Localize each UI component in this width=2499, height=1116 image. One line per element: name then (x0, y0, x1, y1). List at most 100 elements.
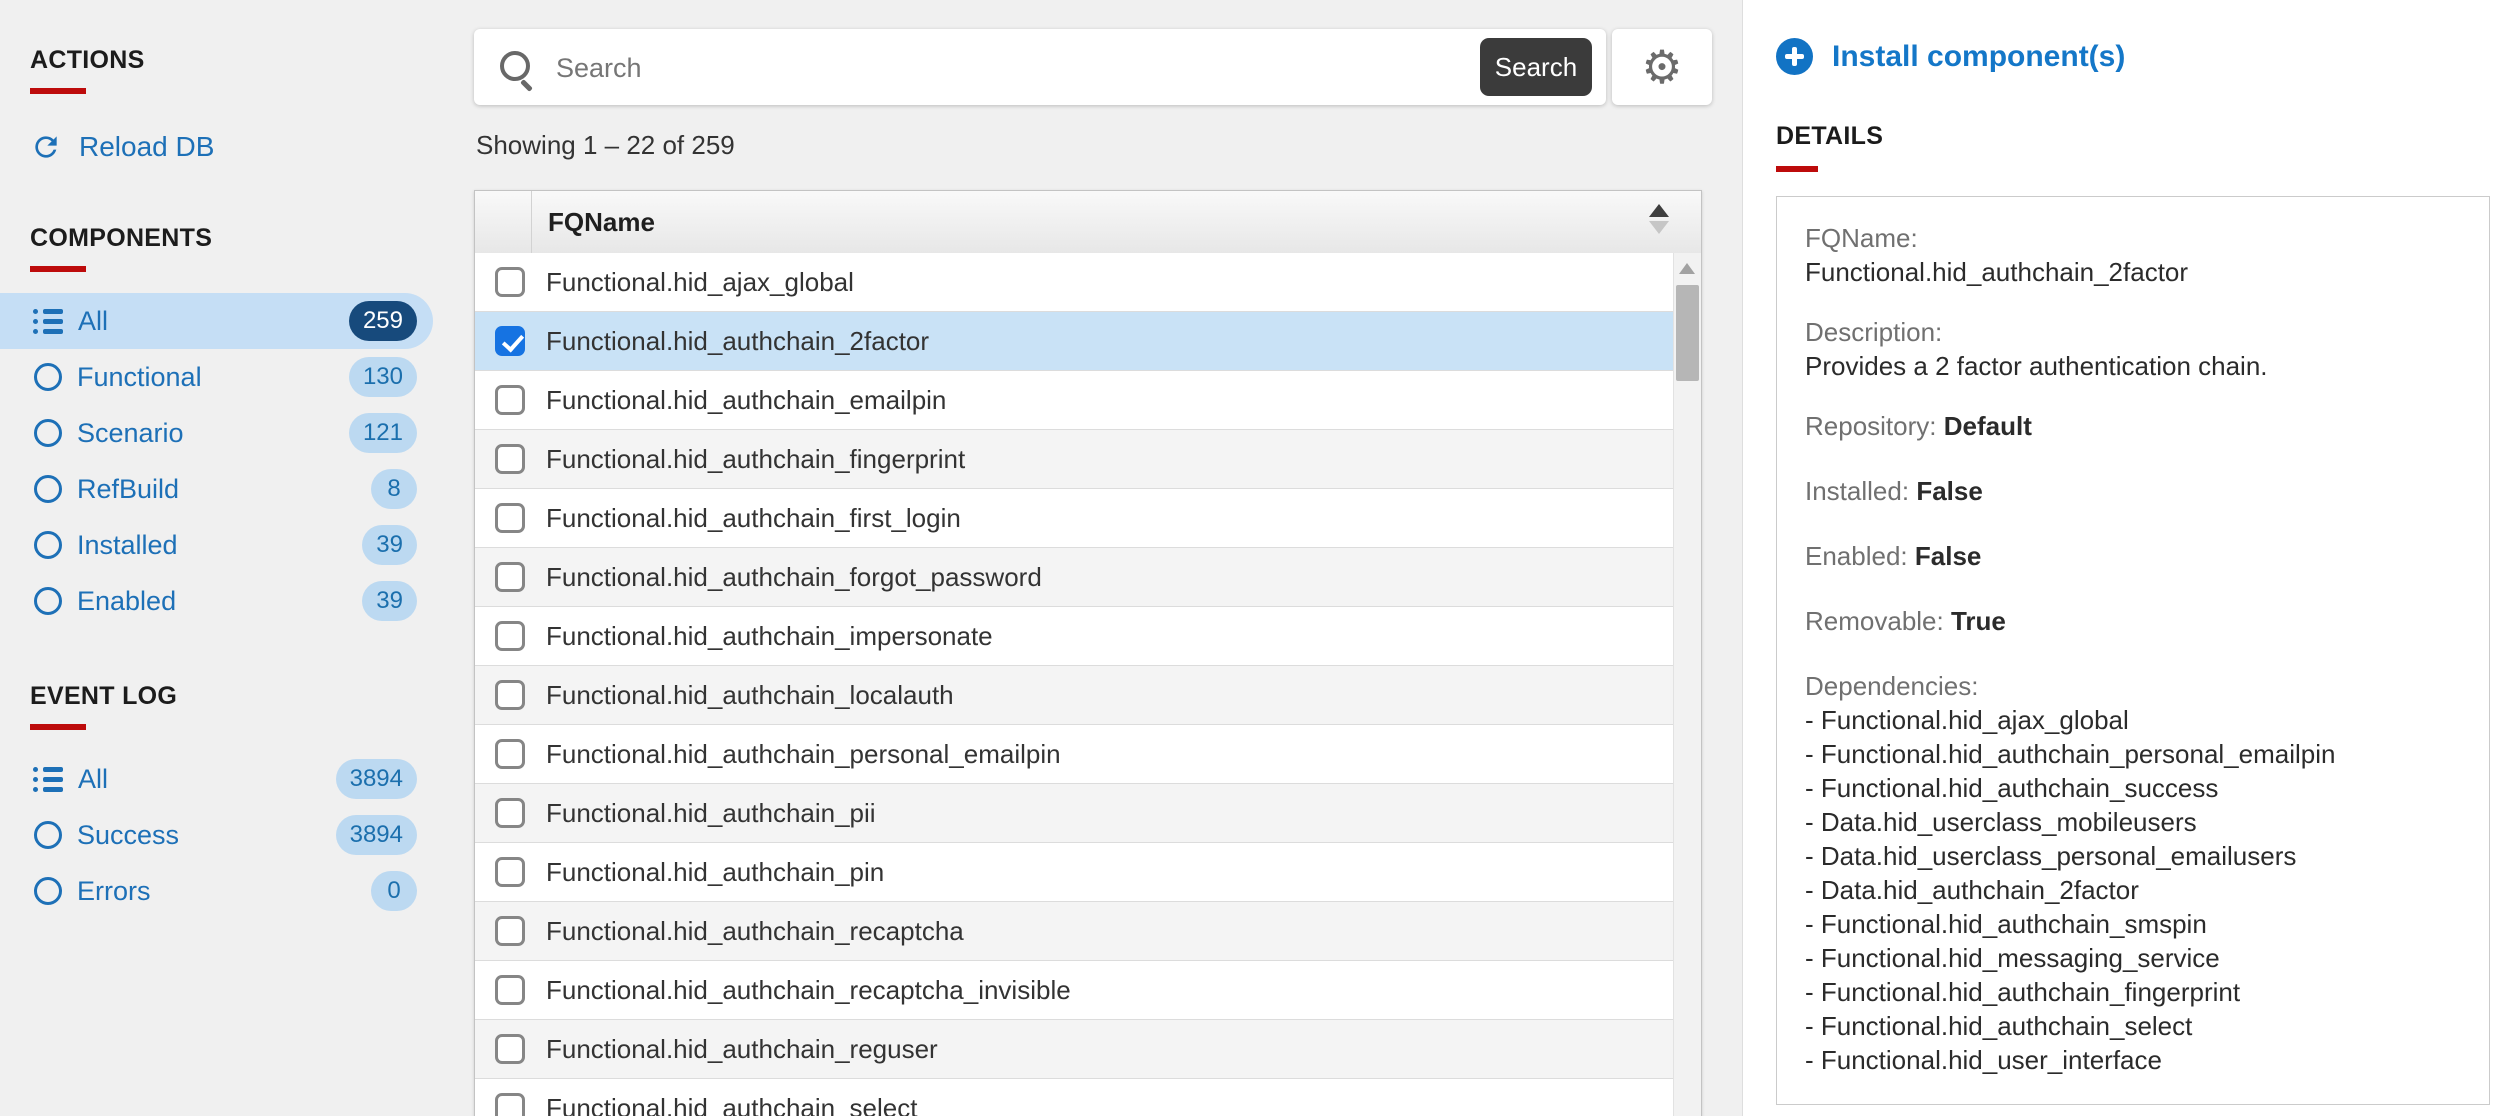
details-title-underline (1776, 166, 1818, 172)
dependencies-label: Dependencies: (1805, 669, 2461, 703)
scrollbar-thumb[interactable] (1676, 285, 1699, 381)
sidebar-item-scenario[interactable]: Scenario 121 (0, 405, 433, 461)
dependency-item: - Functional.hid_authchain_fingerprint (1805, 975, 2461, 1009)
row-label: Functional.hid_authchain_pii (546, 798, 876, 829)
scroll-up-arrow-icon[interactable] (1679, 263, 1695, 274)
actions-section-title: ACTIONS (30, 46, 145, 75)
eventlog-item-success[interactable]: Success 3894 (0, 807, 433, 863)
row-label: Functional.hid_authchain_first_login (546, 503, 961, 534)
sidebar-item-installed[interactable]: Installed 39 (0, 517, 433, 573)
filter-label: All (78, 764, 336, 795)
row-checkbox[interactable] (495, 1093, 525, 1116)
sidebar: ACTIONS Reload DB COMPONENTS All 259 Fun… (0, 0, 455, 1116)
row-checkbox[interactable] (495, 680, 525, 710)
eventlog-filter-list: All 3894 Success 3894 Errors 0 (0, 751, 433, 919)
component-filter-list: All 259 Functional 130 Scenario 121 RefB… (0, 293, 433, 629)
list-icon (33, 309, 63, 334)
count-badge: 259 (349, 301, 417, 341)
count-badge: 39 (362, 525, 417, 565)
row-checkbox[interactable] (495, 503, 525, 533)
checkbox-column-header (475, 191, 532, 253)
filter-label: Scenario (77, 418, 349, 449)
table-row[interactable]: Functional.hid_authchain_localauth (475, 666, 1673, 725)
row-checkbox[interactable] (495, 975, 525, 1005)
table-row[interactable]: Functional.hid_authchain_pii (475, 784, 1673, 843)
dependency-item: - Functional.hid_authchain_personal_emai… (1805, 737, 2461, 771)
components-title-underline (30, 266, 86, 272)
table-row[interactable]: Functional.hid_authchain_select (475, 1079, 1673, 1116)
row-checkbox[interactable] (495, 621, 525, 651)
row-label: Functional.hid_authchain_pin (546, 857, 884, 888)
row-checkbox[interactable] (495, 385, 525, 415)
dependency-item: - Data.hid_userclass_personal_emailusers (1805, 839, 2461, 873)
list-icon (33, 767, 63, 792)
row-label: Functional.hid_ajax_global (546, 267, 854, 298)
row-checkbox[interactable] (495, 798, 525, 828)
table-header: FQName (475, 191, 1701, 254)
filter-label: All (78, 306, 349, 337)
row-checkbox[interactable] (495, 857, 525, 887)
row-checkbox-checked[interactable] (495, 326, 525, 356)
circle-icon (34, 877, 62, 905)
dependency-item: - Data.hid_userclass_mobileusers (1805, 805, 2461, 839)
table-row[interactable]: Functional.hid_authchain_recaptcha (475, 902, 1673, 961)
row-label: Functional.hid_authchain_reguser (546, 1034, 938, 1065)
component-manager-app: ACTIONS Reload DB COMPONENTS All 259 Fun… (0, 0, 2499, 1116)
description-label: Description: (1805, 315, 2461, 349)
eventlog-item-errors[interactable]: Errors 0 (0, 863, 433, 919)
sort-control[interactable] (1649, 204, 1669, 234)
table-scrollbar[interactable] (1673, 253, 1701, 1116)
row-checkbox[interactable] (495, 562, 525, 592)
table-row[interactable]: Functional.hid_authchain_impersonate (475, 607, 1673, 666)
row-label: Functional.hid_authchain_forgot_password (546, 562, 1042, 593)
row-label: Functional.hid_authchain_impersonate (546, 621, 993, 652)
details-box: FQName: Functional.hid_authchain_2factor… (1776, 196, 2490, 1105)
reload-db-button[interactable]: Reload DB (30, 124, 214, 170)
filter-label: Installed (77, 530, 362, 561)
table-body: Functional.hid_ajax_global Functional.hi… (475, 253, 1673, 1116)
search-bar: Search (474, 29, 1606, 105)
fqname-label: FQName: (1805, 221, 2461, 255)
plus-circle-icon (1776, 38, 1813, 75)
table-row[interactable]: Functional.hid_authchain_personal_emailp… (475, 725, 1673, 784)
table-row[interactable]: Functional.hid_authchain_emailpin (475, 371, 1673, 430)
circle-icon (34, 587, 62, 615)
table-row[interactable]: Functional.hid_ajax_global (475, 253, 1673, 312)
eventlog-item-all[interactable]: All 3894 (0, 751, 433, 807)
fqname-column-header[interactable]: FQName (532, 207, 655, 238)
table-row-selected[interactable]: Functional.hid_authchain_2factor (475, 312, 1673, 371)
enabled-field: Enabled: False (1805, 539, 2461, 573)
table-row[interactable]: Functional.hid_authchain_fingerprint (475, 430, 1673, 489)
search-settings-box: ⚙ (1612, 29, 1712, 105)
sidebar-item-refbuild[interactable]: RefBuild 8 (0, 461, 433, 517)
filter-label: Errors (77, 876, 371, 907)
sidebar-item-all-components[interactable]: All 259 (0, 293, 433, 349)
dependencies-list: - Functional.hid_ajax_global - Functiona… (1805, 703, 2461, 1077)
row-checkbox[interactable] (495, 1034, 525, 1064)
sidebar-item-functional[interactable]: Functional 130 (0, 349, 433, 405)
count-badge: 3894 (336, 815, 417, 855)
table-row[interactable]: Functional.hid_authchain_first_login (475, 489, 1673, 548)
row-checkbox[interactable] (495, 916, 525, 946)
table-row[interactable]: Functional.hid_authchain_reguser (475, 1020, 1673, 1079)
table-row[interactable]: Functional.hid_authchain_recaptcha_invis… (475, 961, 1673, 1020)
circle-icon (34, 363, 62, 391)
install-components-label: Install component(s) (1832, 40, 2125, 74)
sidebar-item-enabled[interactable]: Enabled 39 (0, 573, 433, 629)
row-checkbox[interactable] (495, 739, 525, 769)
search-input[interactable] (554, 29, 1938, 107)
sort-descending-icon (1649, 221, 1669, 234)
circle-icon (34, 821, 62, 849)
repository-value: Default (1944, 411, 2032, 441)
install-components-button[interactable]: Install component(s) (1776, 38, 2125, 75)
search-button[interactable]: Search (1480, 38, 1592, 96)
gear-icon[interactable]: ⚙ (1641, 44, 1682, 90)
row-label: Functional.hid_authchain_personal_emailp… (546, 739, 1061, 770)
row-checkbox[interactable] (495, 444, 525, 474)
table-row[interactable]: Functional.hid_authchain_forgot_password (475, 548, 1673, 607)
dependency-item: - Data.hid_authchain_2factor (1805, 873, 2461, 907)
table-row[interactable]: Functional.hid_authchain_pin (475, 843, 1673, 902)
dependency-item: - Functional.hid_user_interface (1805, 1043, 2461, 1077)
row-checkbox[interactable] (495, 267, 525, 297)
count-badge: 3894 (336, 759, 417, 799)
